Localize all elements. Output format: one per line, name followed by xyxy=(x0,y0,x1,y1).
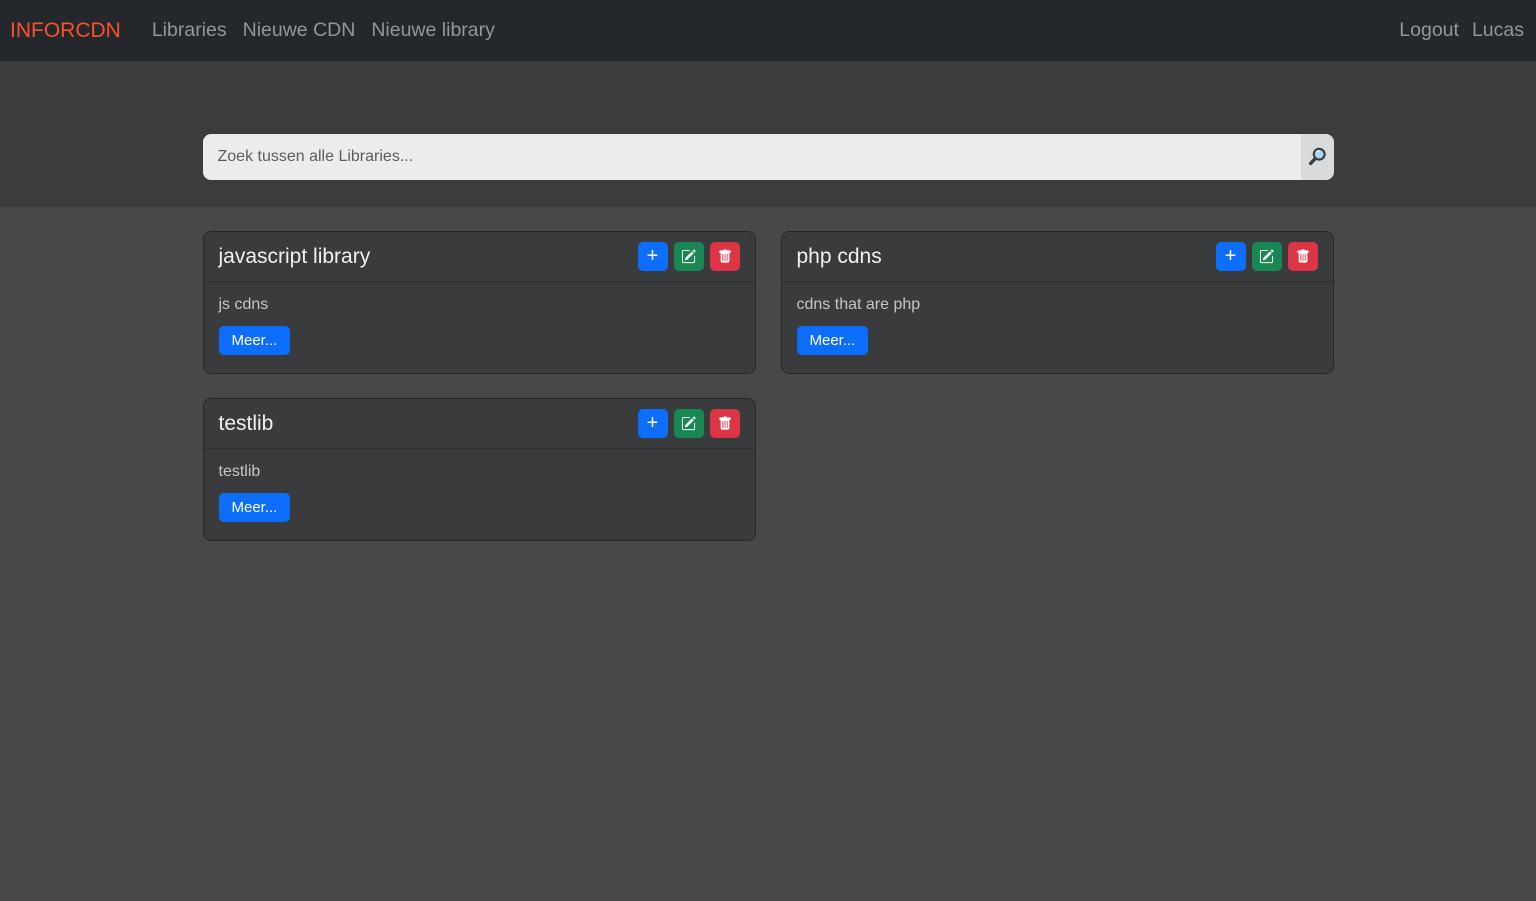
edit-library-button[interactable] xyxy=(1252,242,1282,271)
nav-item-nieuwe-cdn[interactable]: Nieuwe CDN xyxy=(243,19,356,42)
card-description: testlib xyxy=(219,463,740,481)
trash-icon xyxy=(718,416,732,431)
add-cdn-button[interactable]: + xyxy=(638,409,668,438)
card-body: cdns that are php Meer... xyxy=(782,282,1333,373)
more-button[interactable]: Meer... xyxy=(219,326,291,355)
main-content: javascript library + xyxy=(0,207,1536,541)
search-section xyxy=(0,61,1536,207)
nav-item-logout[interactable]: Logout xyxy=(1399,19,1459,42)
card-title: testlib xyxy=(219,412,274,436)
edit-library-button[interactable] xyxy=(674,242,704,271)
delete-library-button[interactable] xyxy=(710,409,740,438)
search-button[interactable] xyxy=(1301,134,1334,180)
card-actions: + xyxy=(638,242,740,271)
magnifier-icon xyxy=(1306,146,1328,168)
nav-item-username[interactable]: Lucas xyxy=(1472,19,1524,42)
pencil-square-icon xyxy=(1259,249,1274,264)
brand-logo[interactable]: INFORCDN xyxy=(10,19,121,43)
card-header: testlib + xyxy=(204,399,755,449)
delete-library-button[interactable] xyxy=(710,242,740,271)
delete-library-button[interactable] xyxy=(1288,242,1318,271)
library-card: php cdns + xyxy=(781,231,1334,374)
trash-icon xyxy=(1296,249,1310,264)
searchbar xyxy=(203,134,1334,180)
search-input[interactable] xyxy=(203,134,1301,180)
more-button[interactable]: Meer... xyxy=(797,326,869,355)
navbar: INFORCDN Libraries Nieuwe CDN Nieuwe lib… xyxy=(0,0,1536,61)
card-header: javascript library + xyxy=(204,232,755,282)
card-description: js cdns xyxy=(219,296,740,314)
pencil-square-icon xyxy=(681,416,696,431)
nav-item-nieuwe-library[interactable]: Nieuwe library xyxy=(371,19,495,42)
nav-links: Libraries Nieuwe CDN Nieuwe library xyxy=(152,19,495,42)
card-actions: + xyxy=(1216,242,1318,271)
more-button[interactable]: Meer... xyxy=(219,493,291,522)
card-title: php cdns xyxy=(797,245,882,269)
card-description: cdns that are php xyxy=(797,296,1318,314)
card-title: javascript library xyxy=(219,245,371,269)
add-cdn-button[interactable]: + xyxy=(638,242,668,271)
nav-right: Logout Lucas xyxy=(1399,19,1524,42)
library-card: javascript library + xyxy=(203,231,756,374)
trash-icon xyxy=(718,249,732,264)
card-body: js cdns Meer... xyxy=(204,282,755,373)
edit-library-button[interactable] xyxy=(674,409,704,438)
pencil-square-icon xyxy=(681,249,696,264)
card-actions: + xyxy=(638,409,740,438)
library-card: testlib + xyxy=(203,398,756,541)
library-cards-grid: javascript library + xyxy=(203,231,1334,541)
add-cdn-button[interactable]: + xyxy=(1216,242,1246,271)
nav-item-libraries[interactable]: Libraries xyxy=(152,19,227,42)
card-body: testlib Meer... xyxy=(204,449,755,540)
card-header: php cdns + xyxy=(782,232,1333,282)
